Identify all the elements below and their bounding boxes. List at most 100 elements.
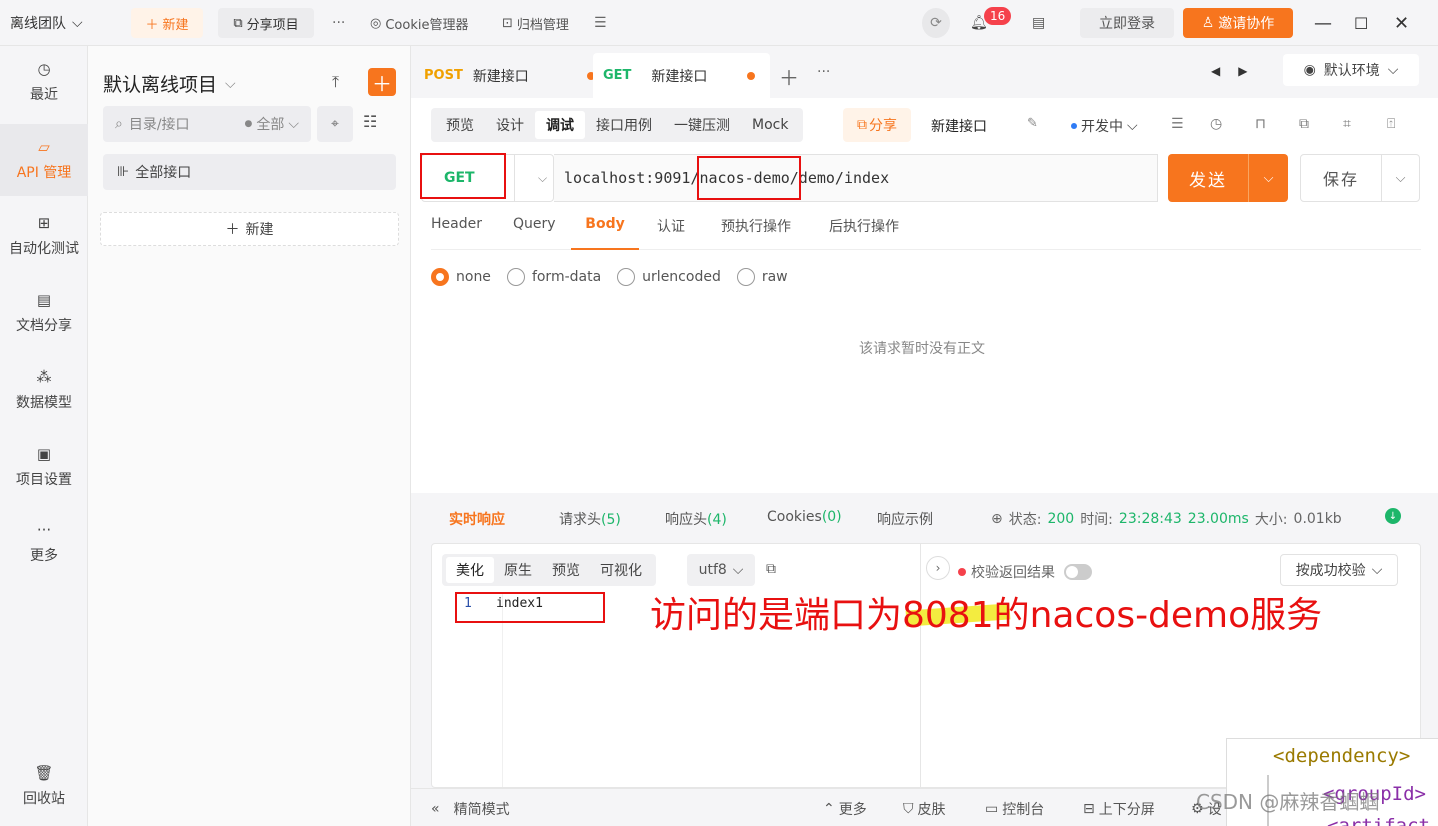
tab-live-response[interactable]: 实时响应	[449, 509, 505, 529]
radio-none[interactable]: none	[431, 268, 491, 286]
code-icon[interactable]: ⌗	[1343, 116, 1351, 132]
tab-cookies[interactable]: Cookies(0)	[767, 509, 842, 525]
tab-response-example[interactable]: 响应示例	[877, 509, 933, 529]
panel-divider[interactable]	[920, 544, 921, 787]
lock-icon[interactable]: ⊓	[1255, 116, 1266, 132]
compact-mode-button[interactable]: «精简模式	[431, 799, 510, 819]
chevron-down-icon[interactable]: ⌵	[1249, 171, 1288, 186]
sidebar-new-button[interactable]: ＋新建	[100, 212, 399, 246]
tab-load-test[interactable]: 一键压测	[663, 111, 741, 139]
tab-preview-response[interactable]: 预览	[542, 557, 590, 583]
tab-preview[interactable]: 预览	[435, 111, 485, 139]
add-tab-icon[interactable]: ＋	[779, 62, 799, 91]
tab-body[interactable]: Body	[571, 216, 639, 250]
invite-button[interactable]: ♙ 邀请协作	[1183, 8, 1293, 38]
import-icon[interactable]: ⤒	[332, 72, 339, 92]
history-icon[interactable]: ◷	[1210, 116, 1222, 132]
environment-select[interactable]: ◉ 默认环境 ⌵	[1283, 54, 1419, 86]
download-icon[interactable]: ↓	[1385, 508, 1401, 524]
nav-trash[interactable]: 🗑︎ 回收站	[0, 750, 88, 822]
new-button[interactable]: ＋新建	[131, 8, 203, 38]
menu-icon[interactable]: ☰	[594, 8, 607, 38]
nav-automation[interactable]: ⊞ 自动化测试	[0, 200, 88, 272]
tab-pre-script[interactable]: 预执行操作	[721, 216, 791, 250]
add-button[interactable]: ＋	[368, 68, 396, 96]
console-button[interactable]: ▭ 控制台	[985, 799, 1044, 819]
chevron-down-icon: ⌵	[225, 75, 236, 92]
verify-mode-select[interactable]: 按成功校验 ⌵	[1280, 554, 1398, 586]
tab-test-cases[interactable]: 接口用例	[585, 111, 663, 139]
radio-raw[interactable]: raw	[736, 268, 788, 286]
cookie-manager-button[interactable]: ◎ Cookie管理器	[370, 8, 468, 38]
nav-data-model[interactable]: ⁂ 数据模型	[0, 354, 88, 426]
tab-response-headers[interactable]: 响应头(4)	[665, 509, 727, 529]
chevron-down-icon: ⌵	[1371, 562, 1383, 578]
tab-header[interactable]: Header	[431, 216, 482, 250]
tab-pretty[interactable]: 美化	[446, 557, 494, 583]
left-nav: ◷ 最近 ▱ API 管理 ⊞ 自动化测试 ▤ 文档分享 ⁂ 数据模型 ▣ 项目设置 ···…	[0, 46, 88, 826]
sort-icon[interactable]: ☷	[363, 112, 377, 131]
api-name-field[interactable]: 新建接口	[931, 116, 987, 136]
nav-api-management[interactable]: ▱ API 管理	[0, 124, 88, 196]
body-type-radios: none form-data urlencoded raw	[431, 268, 788, 286]
list-icon[interactable]: ☰	[1171, 116, 1184, 132]
console-icon: ▭	[985, 801, 999, 817]
tab-auth[interactable]: 认证	[657, 216, 685, 250]
export-icon[interactable]: ⍐	[1387, 116, 1395, 132]
filter-dropdown[interactable]: ● 全部 ⌵	[245, 114, 299, 134]
search-input[interactable]: ⌕ 目录/接口 ● 全部 ⌵	[103, 106, 311, 142]
close-icon[interactable]: ✕	[1394, 8, 1409, 38]
radio-form-data[interactable]: form-data	[506, 268, 601, 286]
api-status-select[interactable]: 开发中 ⌵	[1071, 116, 1138, 136]
chevron-right-icon[interactable]: ›	[926, 556, 950, 580]
tab-post-new-api[interactable]: POST 新建接口	[424, 53, 595, 98]
edit-icon[interactable]: ✎	[1027, 116, 1038, 131]
tab-post-script[interactable]: 后执行操作	[829, 216, 899, 250]
tab-raw[interactable]: 原生	[494, 557, 542, 583]
share-project-button[interactable]: ⧉ 分享项目	[218, 8, 314, 38]
tab-query[interactable]: Query	[513, 216, 556, 250]
login-button[interactable]: 立即登录	[1080, 8, 1174, 38]
notes-icon[interactable]: ▤	[1032, 8, 1045, 38]
save-button[interactable]: 保存 ⌵	[1300, 154, 1420, 202]
nav-recent[interactable]: ◷ 最近	[0, 46, 88, 118]
tab-request-headers[interactable]: 请求头(5)	[559, 509, 621, 529]
locate-icon[interactable]: ⌖	[317, 106, 353, 142]
user-icon: ♙	[1201, 15, 1215, 31]
tab-more-icon[interactable]: ···	[817, 64, 830, 80]
send-button[interactable]: 发送 ⌵	[1168, 154, 1288, 202]
more-button[interactable]: ⌃ 更多	[823, 799, 867, 819]
url-input[interactable]: localhost:9091/nacos-demo/demo/index	[554, 154, 1158, 202]
share-icon: ⧉	[233, 15, 243, 31]
minimize-icon[interactable]: —	[1314, 8, 1332, 38]
chevron-down-icon[interactable]: ⌵	[1382, 171, 1419, 186]
tab-design[interactable]: 设计	[485, 111, 535, 139]
encoding-select[interactable]: utf8 ⌵	[687, 554, 755, 586]
method-select[interactable]: GET ⌵	[421, 154, 554, 202]
tab-get-new-api[interactable]: GET 新建接口	[593, 53, 770, 98]
radio-urlencoded[interactable]: urlencoded	[617, 268, 721, 286]
more-menu-button[interactable]: ···	[332, 8, 345, 38]
team-selector[interactable]: 离线团队 ⌵	[10, 8, 83, 38]
tab-mock[interactable]: Mock	[741, 111, 799, 139]
share-api-button[interactable]: ⧉ 分享	[843, 108, 911, 142]
skin-button[interactable]: ⛉ 皮肤	[903, 799, 946, 819]
nav-project-settings[interactable]: ▣ 项目设置	[0, 431, 88, 503]
annotation-text: 访问的是端口为8081的nacos-demo服务	[650, 595, 1323, 636]
prev-tab-icon[interactable]: ◀	[1211, 64, 1220, 78]
sync-icon[interactable]: ⟳	[922, 8, 950, 38]
archive-manager-button[interactable]: ⊡ 归档管理	[502, 8, 569, 38]
project-title[interactable]: 默认离线项目 ⌵	[103, 70, 236, 97]
nav-more[interactable]: ··· 更多	[0, 507, 88, 579]
copy-icon[interactable]: ⧉	[1299, 116, 1309, 132]
maximize-icon[interactable]: ☐	[1354, 8, 1368, 38]
all-apis-item[interactable]: ⊪ 全部接口	[103, 154, 396, 190]
copy-icon[interactable]: ⧉	[766, 561, 776, 577]
toggle-switch[interactable]	[1064, 564, 1092, 580]
tab-debug[interactable]: 调试	[535, 111, 585, 139]
tab-visualize[interactable]: 可视化	[590, 557, 652, 583]
next-tab-icon[interactable]: ▶	[1238, 64, 1247, 78]
nav-doc-share[interactable]: ▤ 文档分享	[0, 277, 88, 349]
validate-toggle[interactable]: 校验返回结果	[958, 562, 1092, 582]
layout-button[interactable]: ⊟ 上下分屏	[1083, 799, 1155, 819]
